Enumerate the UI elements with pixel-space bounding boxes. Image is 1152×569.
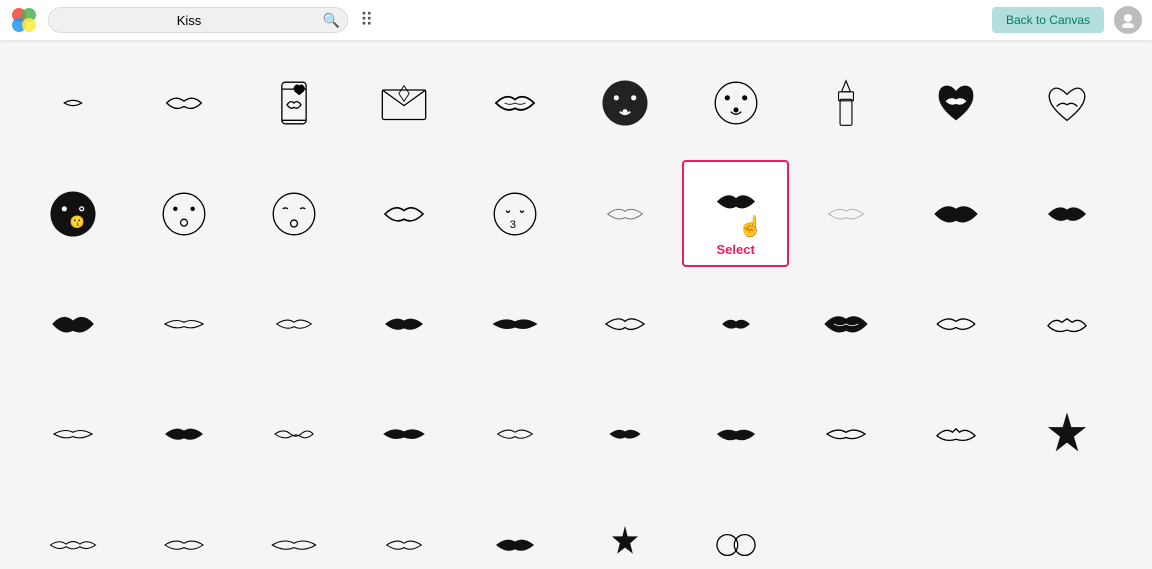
icon-cell[interactable] xyxy=(903,381,1009,487)
icon-cell[interactable] xyxy=(462,271,568,377)
icon-cell[interactable] xyxy=(572,50,678,156)
icon-cell[interactable] xyxy=(241,492,347,569)
icon-cell xyxy=(793,492,899,569)
icon-cell[interactable] xyxy=(793,271,899,377)
icon-cell[interactable] xyxy=(682,50,788,156)
icon-cell[interactable] xyxy=(462,50,568,156)
svg-text:😗: 😗 xyxy=(70,215,85,229)
icon-cell[interactable] xyxy=(682,381,788,487)
grid-view-icon[interactable]: ⠿ xyxy=(360,10,373,31)
icon-cell[interactable] xyxy=(130,160,236,266)
icon-cell[interactable] xyxy=(572,492,678,569)
icon-cell[interactable] xyxy=(20,50,126,156)
icon-grid-container: 😗 xyxy=(0,40,1140,569)
icon-cell[interactable] xyxy=(130,50,236,156)
search-input[interactable] xyxy=(48,7,348,33)
icon-cell[interactable] xyxy=(793,381,899,487)
icon-cell[interactable] xyxy=(20,271,126,377)
icon-cell-selected[interactable]: Select ☝ xyxy=(682,160,788,266)
icon-cell[interactable] xyxy=(241,50,347,156)
icon-cell[interactable] xyxy=(130,492,236,569)
icon-cell[interactable]: 😗 xyxy=(20,160,126,266)
icon-cell[interactable] xyxy=(351,492,457,569)
icon-cell[interactable] xyxy=(462,381,568,487)
icon-cell[interactable] xyxy=(1014,381,1120,487)
icon-cell[interactable] xyxy=(351,381,457,487)
icon-grid: 😗 xyxy=(20,50,1120,569)
icon-cell[interactable] xyxy=(241,381,347,487)
icon-cell[interactable] xyxy=(682,271,788,377)
icon-cell[interactable] xyxy=(130,271,236,377)
svg-text:3: 3 xyxy=(510,218,516,230)
icon-cell[interactable] xyxy=(903,271,1009,377)
back-to-canvas-button[interactable]: Back to Canvas xyxy=(992,7,1104,33)
icon-cell[interactable] xyxy=(20,492,126,569)
icon-cell[interactable] xyxy=(903,160,1009,266)
topbar: 🔍 ⠿ Back to Canvas xyxy=(0,0,1152,40)
logo-icon xyxy=(10,6,38,34)
icon-cell[interactable] xyxy=(793,160,899,266)
icon-cell[interactable] xyxy=(1014,50,1120,156)
icon-cell[interactable] xyxy=(351,50,457,156)
icon-cell[interactable] xyxy=(572,271,678,377)
search-icon: 🔍 xyxy=(323,12,340,29)
icon-cell[interactable] xyxy=(903,50,1009,156)
icon-cell[interactable] xyxy=(130,381,236,487)
icon-cell[interactable] xyxy=(1014,160,1120,266)
search-box: 🔍 xyxy=(48,7,348,33)
select-label: Select xyxy=(716,242,754,257)
icon-cell xyxy=(1014,492,1120,569)
icon-cell[interactable] xyxy=(351,271,457,377)
avatar xyxy=(1114,6,1142,34)
icon-cell[interactable] xyxy=(682,492,788,569)
icon-cell[interactable] xyxy=(462,492,568,569)
icon-cell[interactable] xyxy=(572,381,678,487)
icon-cell[interactable] xyxy=(241,271,347,377)
icon-cell[interactable] xyxy=(241,160,347,266)
icon-cell[interactable] xyxy=(351,160,457,266)
icon-cell[interactable] xyxy=(572,160,678,266)
icon-cell[interactable] xyxy=(20,381,126,487)
icon-cell[interactable] xyxy=(1014,271,1120,377)
icon-cell[interactable]: 3 xyxy=(462,160,568,266)
icon-cell xyxy=(903,492,1009,569)
icon-cell[interactable] xyxy=(793,50,899,156)
